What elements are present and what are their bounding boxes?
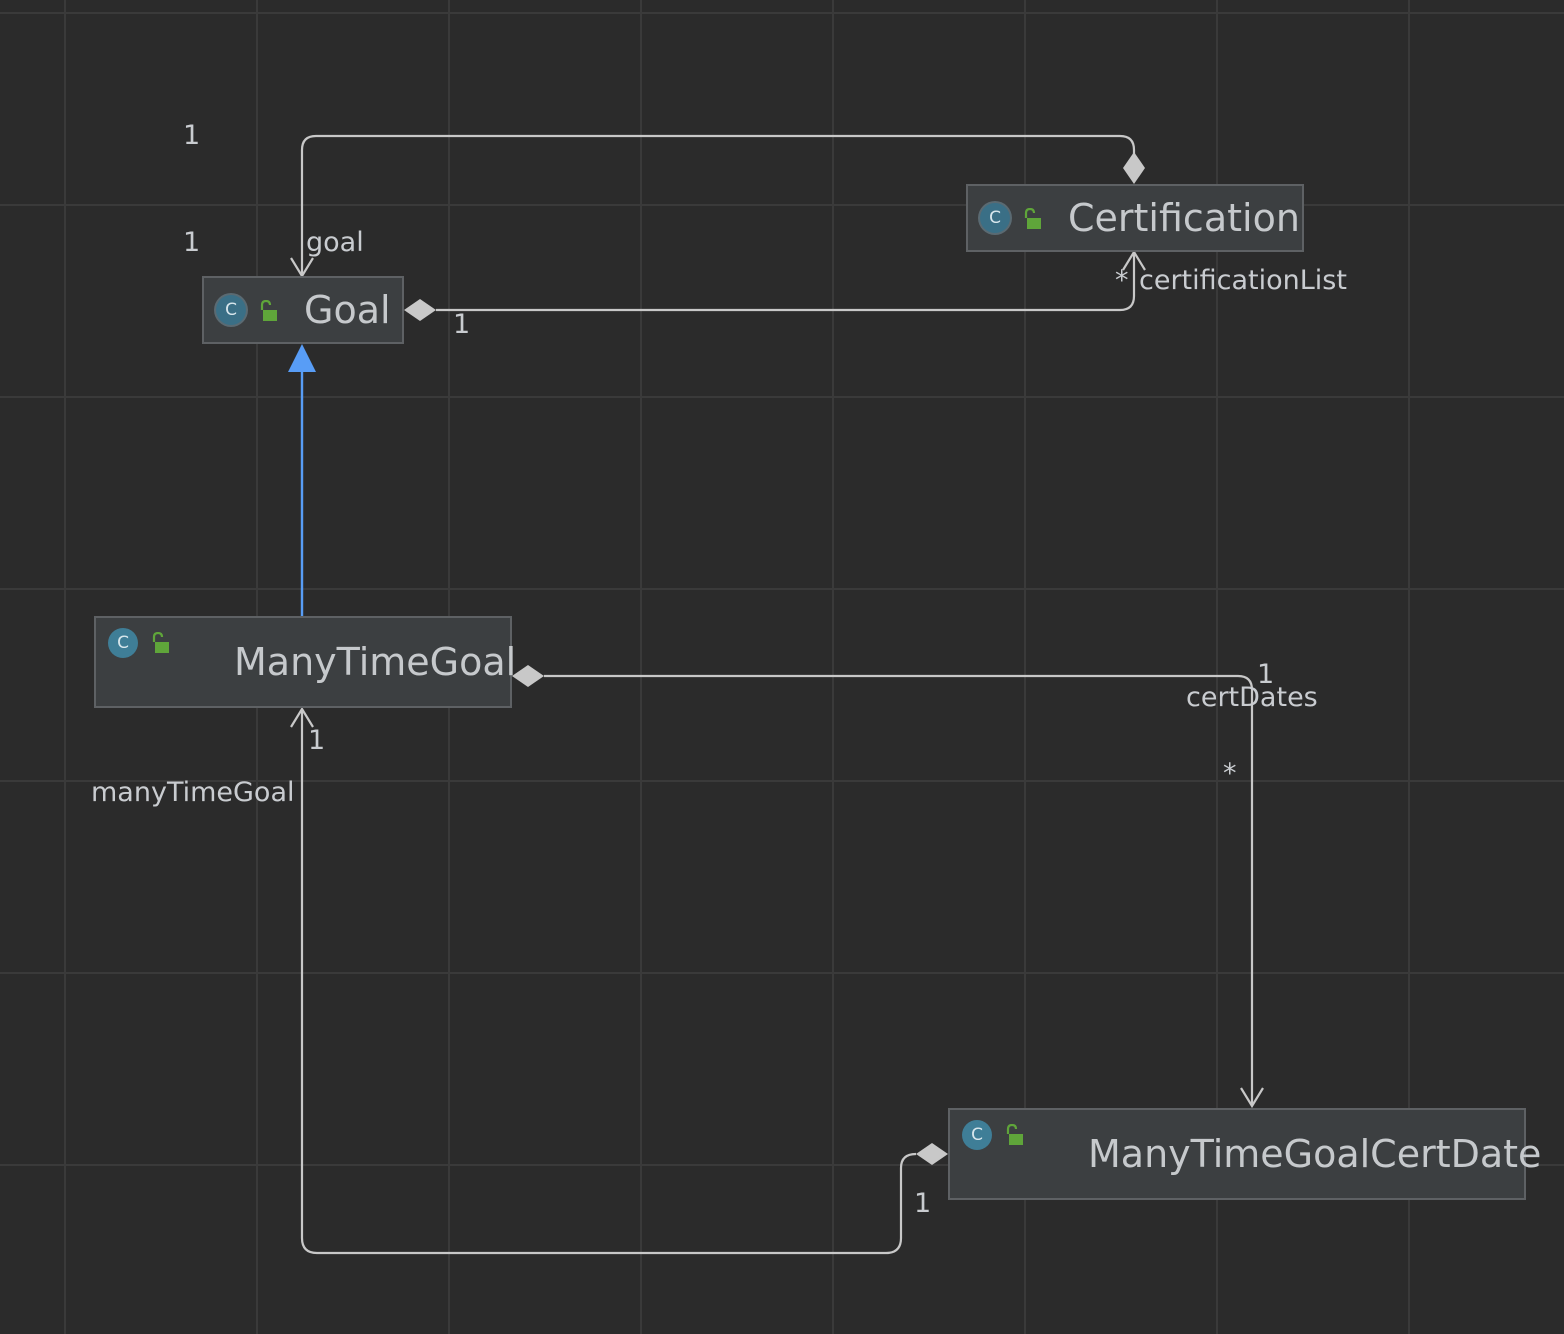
class-node-manytimegoalcertdate[interactable]: C ManyTimeGoalCertDate	[948, 1108, 1541, 1200]
abstract-class-icon: C	[216, 295, 246, 325]
composition-diamond-certification	[1123, 152, 1145, 184]
class-name: Certification	[1068, 196, 1300, 240]
class-node-certification[interactable]: C Certification	[966, 184, 1304, 252]
edge-goal-certification-list[interactable]	[436, 252, 1136, 312]
lock-open-icon	[1006, 1124, 1023, 1145]
composition-diamond-goal	[404, 299, 436, 321]
composition-diamond-manytimegoal	[512, 665, 544, 687]
class-node-goal[interactable]: C Goal	[202, 276, 404, 344]
multiplicity-label: 1	[453, 309, 471, 340]
class-name: Goal	[304, 288, 391, 332]
role-label-certdates: certDates	[1186, 682, 1318, 713]
multiplicity-label: 1	[308, 725, 326, 756]
lock-open-icon	[260, 300, 277, 321]
multiplicity-label: *	[1115, 265, 1129, 296]
class-icon: C	[962, 1120, 992, 1150]
multiplicity-label: 1	[183, 227, 201, 258]
composition-diamond-manytimegoalcertdate	[916, 1143, 948, 1165]
role-label-manytimegoal: manyTimeGoal	[91, 777, 295, 808]
multiplicity-label: *	[1223, 758, 1237, 789]
role-label-certificationlist: certificationList	[1139, 265, 1347, 296]
lock-open-icon	[152, 632, 169, 653]
class-node-manytimegoal[interactable]: C ManyTimeGoal	[94, 616, 516, 708]
inheritance-triangle	[288, 344, 316, 372]
edge-certdate-manytimegoal[interactable]	[300, 709, 917, 1255]
class-name: ManyTimeGoal	[234, 640, 517, 684]
abstract-class-icon: C	[980, 203, 1010, 233]
class-name: ManyTimeGoalCertDate	[1088, 1132, 1542, 1176]
lock-open-icon	[1024, 208, 1041, 229]
role-label-goal: goal	[306, 227, 364, 258]
multiplicity-label: 1	[914, 1188, 932, 1219]
diagram-canvas: C Certification C Goal C ManyTimeGoal C …	[0, 0, 1564, 1334]
edge-manytimegoal-certdates[interactable]	[544, 674, 1254, 1106]
class-icon: C	[108, 628, 138, 658]
multiplicity-label: 1	[183, 120, 201, 151]
